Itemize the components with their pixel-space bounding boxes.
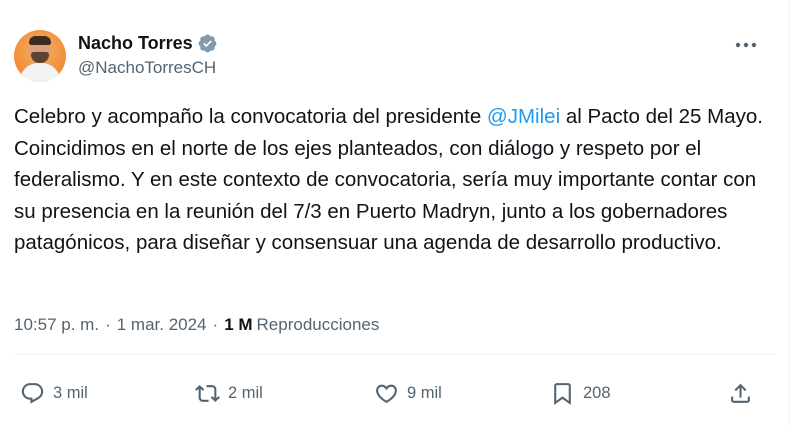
verified-badge-icon[interactable] [197, 33, 218, 54]
share-icon [731, 383, 750, 403]
avatar[interactable] [14, 30, 66, 82]
reply-button[interactable]: 3 mil [20, 378, 88, 408]
views-label: Reproducciones [256, 315, 380, 334]
retweet-count: 2 mil [228, 383, 263, 402]
author-names: Nacho Torres @NachoTorresCH [78, 30, 218, 78]
tweet-header: Nacho Torres @NachoTorresCH [14, 30, 218, 82]
author-display-name[interactable]: Nacho Torres [78, 33, 193, 54]
bookmark-button[interactable]: 208 [550, 378, 611, 408]
tweet-date[interactable]: 1 mar. 2024 [117, 315, 207, 335]
retweet-button[interactable]: 2 mil [195, 378, 263, 408]
more-options-icon[interactable] [734, 36, 758, 54]
divider [14, 354, 776, 355]
like-count: 9 mil [407, 383, 442, 402]
share-button[interactable] [728, 378, 753, 408]
tweet-card: Nacho Torres @NachoTorresCH Celebro y ac… [0, 0, 790, 427]
avatar-shirt [20, 63, 60, 82]
bookmark-count: 208 [583, 383, 611, 402]
avatar-hair [29, 36, 51, 45]
tweet-meta: 10:57 p. m. · 1 mar. 2024 · 1 M Reproduc… [14, 315, 379, 335]
name-row: Nacho Torres [78, 30, 218, 56]
author-handle[interactable]: @NachoTorresCH [78, 58, 218, 78]
retweet-icon [195, 384, 220, 402]
like-button[interactable]: 9 mil [374, 378, 442, 408]
meta-separator: · [105, 315, 111, 334]
bookmark-icon [554, 382, 571, 405]
heart-icon [376, 384, 397, 403]
avatar-beard [31, 52, 49, 63]
tweet-text: Celebro y acompaño la convocatoria del p… [14, 101, 774, 259]
tweet-text-part-1: Celebro y acompaño la convocatoria del p… [14, 105, 487, 128]
mention-link[interactable]: @JMilei [487, 105, 560, 128]
tweet-time[interactable]: 10:57 p. m. [14, 315, 99, 335]
views-count: 1 M [224, 315, 253, 334]
meta-separator: · [212, 315, 219, 334]
reply-count: 3 mil [53, 383, 88, 402]
reply-icon [21, 382, 44, 404]
